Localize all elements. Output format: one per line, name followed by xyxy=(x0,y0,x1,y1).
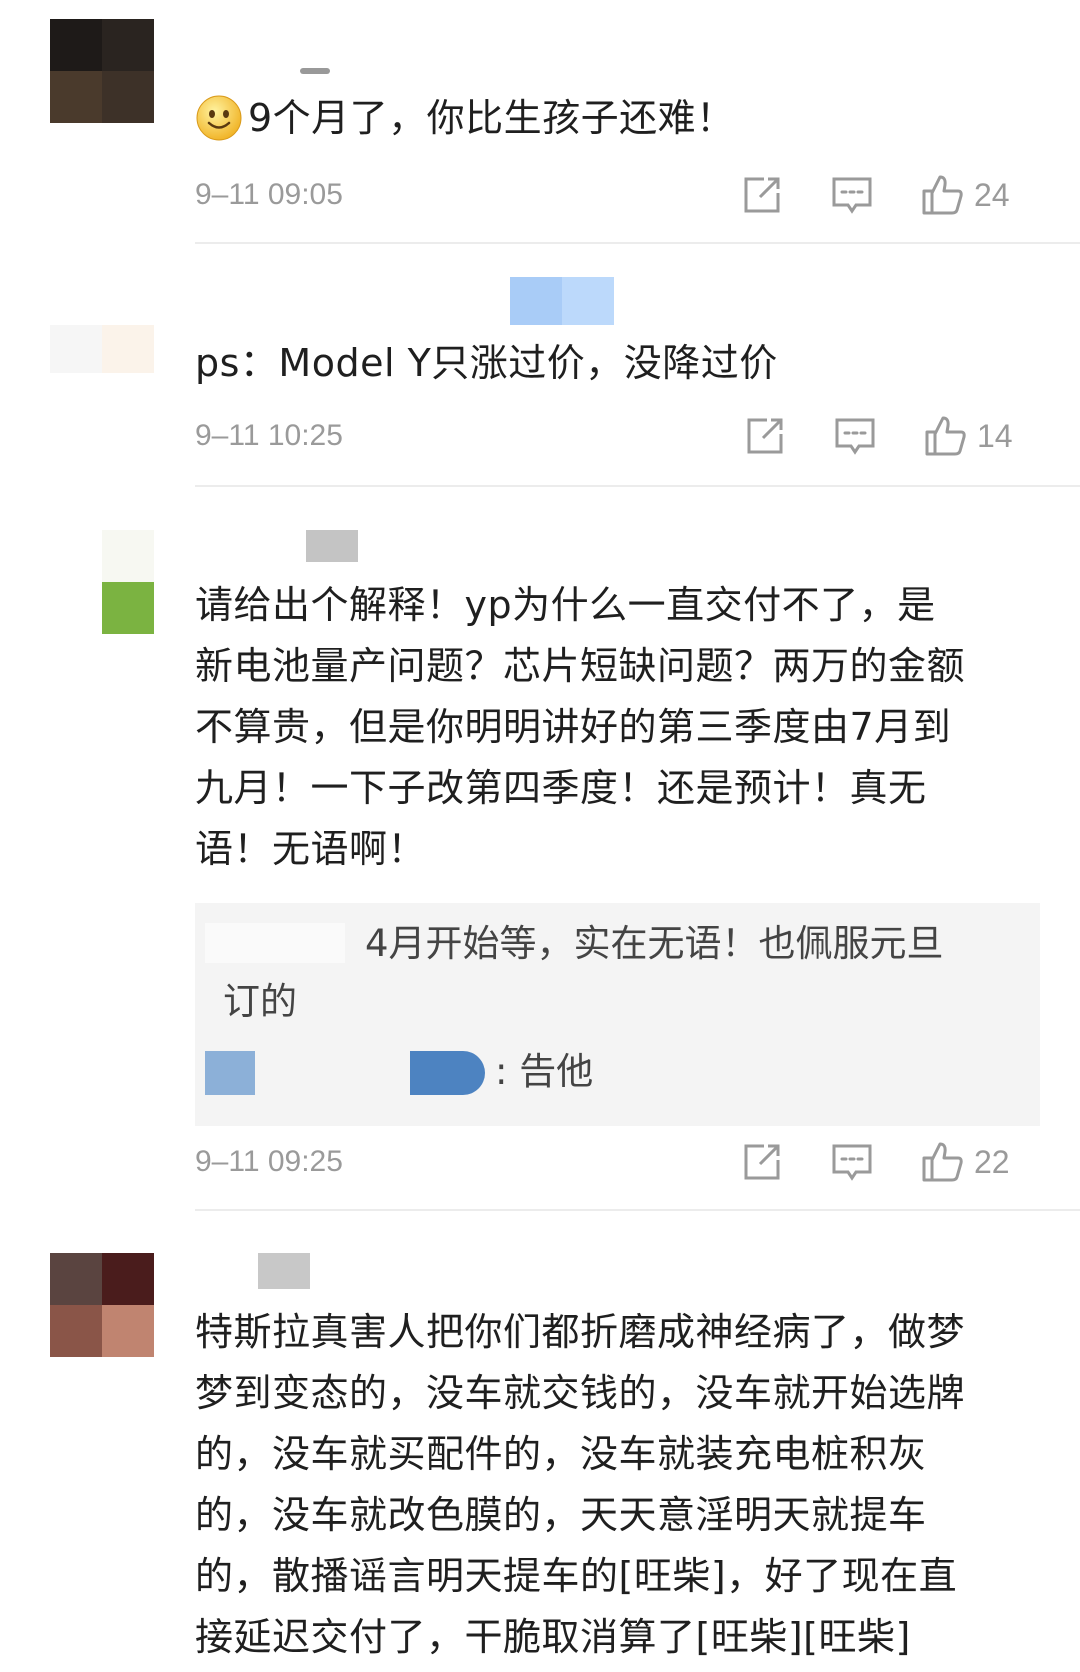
comment-timestamp: 9–11 09:05 xyxy=(195,178,343,211)
reply-avatar-redacted xyxy=(205,1051,255,1095)
comment-icon xyxy=(832,1144,872,1181)
like-count: 22 xyxy=(974,1143,1010,1180)
comment-line: 不算贵，但是你明明讲好的第三季度由7月到 xyxy=(195,705,952,749)
username-redacted xyxy=(510,277,614,325)
like-button[interactable]: 22 xyxy=(920,1140,1010,1184)
avatar[interactable] xyxy=(50,325,154,373)
reply-text: : 告他 xyxy=(495,1050,594,1093)
username-redacted xyxy=(300,68,330,74)
comment-text: ps：Model Y只涨过价，没降过价 xyxy=(195,341,778,385)
username-redacted xyxy=(306,530,358,562)
comment-button[interactable] xyxy=(833,414,877,458)
share-button[interactable] xyxy=(743,414,787,458)
share-button[interactable] xyxy=(740,1140,784,1184)
comment-line: 特斯拉真害人把你们都折磨成神经病了，做梦 xyxy=(195,1310,966,1354)
share-icon xyxy=(744,177,780,213)
comment-line: 的，没车就买配件的，没车就装充电桩积灰 xyxy=(195,1432,927,1476)
like-count: 14 xyxy=(977,417,1013,454)
thumbs-up-icon xyxy=(922,175,963,215)
comment-text: 9个月了，你比生孩子还难！ xyxy=(248,96,735,140)
smile-emoji-icon xyxy=(196,95,242,141)
like-button[interactable]: 14 xyxy=(923,414,1013,458)
comment-line: 请给出个解释！yp为什么一直交付不了，是 xyxy=(195,583,936,627)
divider xyxy=(195,485,1080,487)
reply-username-redacted xyxy=(410,1051,485,1095)
reply-text: 订的 xyxy=(223,980,297,1023)
comment-line: 的，散播谣言明天提车的[旺柴]，好了现在直 xyxy=(195,1554,958,1598)
username-redacted xyxy=(258,1253,310,1289)
share-icon xyxy=(744,1144,780,1180)
comment-timestamp: 9–11 09:25 xyxy=(195,1145,343,1178)
avatar[interactable] xyxy=(50,19,154,123)
share-icon xyxy=(747,418,783,454)
like-button[interactable]: 24 xyxy=(920,173,1010,217)
comment-button[interactable] xyxy=(830,173,874,217)
username-redacted xyxy=(205,923,345,963)
comment-icon xyxy=(832,177,872,214)
comment-icon xyxy=(835,418,875,455)
comment-button[interactable] xyxy=(830,1140,874,1184)
comment-line: 九月！一下子改第四季度！还是预计！真无 xyxy=(195,766,927,810)
thumbs-up-icon xyxy=(922,1142,963,1182)
avatar[interactable] xyxy=(50,1253,154,1357)
divider xyxy=(195,1209,1080,1211)
comment-line: 的，没车就改色膜的，天天意淫明天就提车 xyxy=(195,1493,927,1537)
comment-timestamp: 9–11 10:25 xyxy=(195,419,343,452)
reply-preview[interactable]: 4月开始等，实在无语！也佩服元旦 订的 : 告他 xyxy=(195,903,1040,1126)
comment-line: 语！无语啊！ xyxy=(195,827,427,871)
like-count: 24 xyxy=(974,176,1010,213)
divider xyxy=(195,242,1080,244)
comment-line: 接延迟交付了，干脆取消算了[旺柴][旺柴] xyxy=(195,1615,911,1659)
comment-line: 新电池量产问题？芯片短缺问题？两万的金额 xyxy=(195,644,966,688)
comment-line: 梦到变态的，没车就交钱的，没车就开始选牌 xyxy=(195,1371,966,1415)
comment-text: 特斯拉真害人把你们都折磨成神经病了，做梦 梦到变态的，没车就交钱的，没车就开始选… xyxy=(195,1302,1055,1668)
avatar[interactable] xyxy=(102,530,154,634)
share-button[interactable] xyxy=(740,173,784,217)
thumbs-up-icon xyxy=(925,416,966,456)
comment-text: 请给出个解释！yp为什么一直交付不了，是 新电池量产问题？芯片短缺问题？两万的金… xyxy=(195,575,1055,880)
reply-text: 4月开始等，实在无语！也佩服元旦 xyxy=(365,922,944,965)
